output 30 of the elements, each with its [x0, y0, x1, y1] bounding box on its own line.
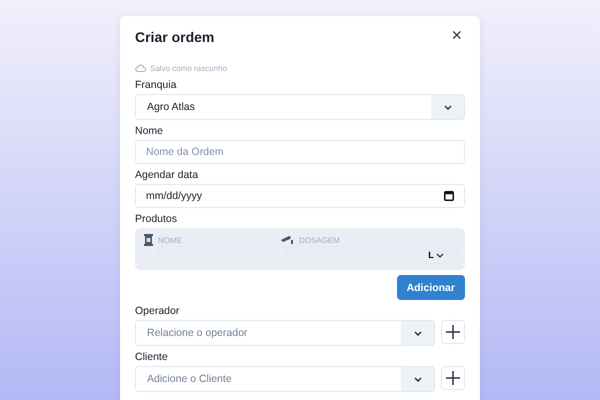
- calendar-icon: [444, 191, 454, 201]
- add-product-button[interactable]: Adicionar: [396, 275, 465, 300]
- chevron-down-icon: [414, 376, 422, 382]
- field-label: Franquia: [135, 79, 178, 90]
- container-icon: [144, 234, 153, 246]
- date-field[interactable]: mm/dd/yyyy: [135, 184, 465, 208]
- select-field[interactable]: Adicione o Cliente: [135, 366, 435, 392]
- close-button[interactable]: ×: [451, 28, 462, 42]
- name-input[interactable]: Nome da Ordem: [135, 140, 465, 164]
- chevron-down-icon: [436, 252, 444, 258]
- select-field[interactable]: Agro Atlas: [135, 94, 465, 120]
- plus-icon: [446, 325, 460, 339]
- cloud-icon: [135, 64, 146, 72]
- plus-icon: [446, 371, 460, 385]
- field-label: Produtos: [135, 213, 178, 224]
- field-label: Cliente: [135, 351, 169, 362]
- field-label: Agendar data: [135, 169, 200, 180]
- add-button[interactable]: [441, 320, 465, 344]
- select-field[interactable]: Relacione o operador: [135, 320, 435, 346]
- save-status: Salvo como rascunho: [150, 64, 227, 72]
- field-label: Nome: [135, 125, 164, 136]
- chevron-down-icon: [414, 330, 422, 336]
- add-button[interactable]: [441, 366, 465, 390]
- column-label: DOSAGEM: [299, 236, 340, 244]
- column-label: NOME: [158, 236, 182, 244]
- dialog-title: Criar ordem: [135, 29, 214, 45]
- sprayer-icon: [281, 235, 294, 245]
- chevron-down-icon: [444, 104, 452, 110]
- field-label: Operador: [135, 305, 180, 316]
- unit-select[interactable]: L: [415, 246, 458, 264]
